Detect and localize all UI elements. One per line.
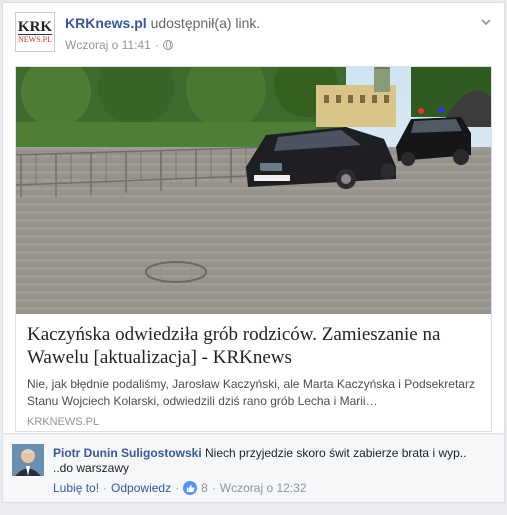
- link-body[interactable]: Kaczyńska odwiedziła grób rodziców. Zami…: [16, 314, 491, 428]
- separator: ·: [211, 481, 216, 495]
- logo-text-top: KRK: [17, 18, 53, 35]
- like-button[interactable]: Lubię to!: [53, 481, 99, 495]
- comment-timestamp[interactable]: Wczoraj o 12:32: [220, 481, 307, 495]
- link-description: Nie, jak błędnie podaliśmy, Jarosław Kac…: [27, 377, 475, 408]
- separator: ·: [154, 38, 159, 52]
- thumbs-up-icon[interactable]: [183, 481, 198, 495]
- separator: ·: [103, 481, 108, 495]
- comment-body: Piotr Dunin Suligostowski Niech przyjedz…: [53, 446, 483, 476]
- link-domain: KRKNEWS.PL: [27, 416, 100, 428]
- page-name-link[interactable]: KRKnews.pl: [65, 15, 147, 31]
- comment-section: Piotr Dunin Suligostowski Niech przyjedz…: [2, 435, 505, 503]
- link-title[interactable]: Kaczyńska odwiedziła grób rodziców. Zami…: [27, 323, 480, 369]
- post-card: KRK NEWS.PL KRKnews.pl udostępnił(a) lin…: [2, 2, 505, 434]
- comment-actions: Lubię to! · Odpowiedz · 8 · Wczoraj o 12…: [53, 481, 307, 495]
- post-header: KRK NEWS.PL KRKnews.pl udostępnił(a) lin…: [13, 12, 494, 58]
- post-meta: Wczoraj o 11:41 ·: [65, 38, 173, 52]
- globe-icon[interactable]: [162, 40, 173, 50]
- shared-text: udostępnił(a) link.: [150, 15, 261, 31]
- link-image[interactable]: KR 0444: [16, 67, 491, 314]
- like-count[interactable]: 8: [201, 481, 208, 495]
- avatar[interactable]: [12, 444, 44, 476]
- separator: ·: [175, 481, 180, 495]
- license-plate-text: KR 0444: [255, 171, 279, 177]
- logo-text-bottom: NEWS.PL: [18, 33, 52, 44]
- reply-button[interactable]: Odpowiedz: [111, 481, 171, 495]
- page-avatar[interactable]: KRK NEWS.PL: [15, 12, 55, 52]
- post-header-line: KRKnews.pl udostępnił(a) link.: [65, 15, 260, 31]
- link-preview[interactable]: KR 0444 Kaczyńska odwiedziła grób rodzic…: [15, 66, 492, 432]
- post-timestamp[interactable]: Wczoraj o 11:41: [65, 38, 151, 52]
- chevron-down-icon[interactable]: [480, 16, 492, 28]
- comment-author-link[interactable]: Piotr Dunin Suligostowski: [53, 446, 202, 460]
